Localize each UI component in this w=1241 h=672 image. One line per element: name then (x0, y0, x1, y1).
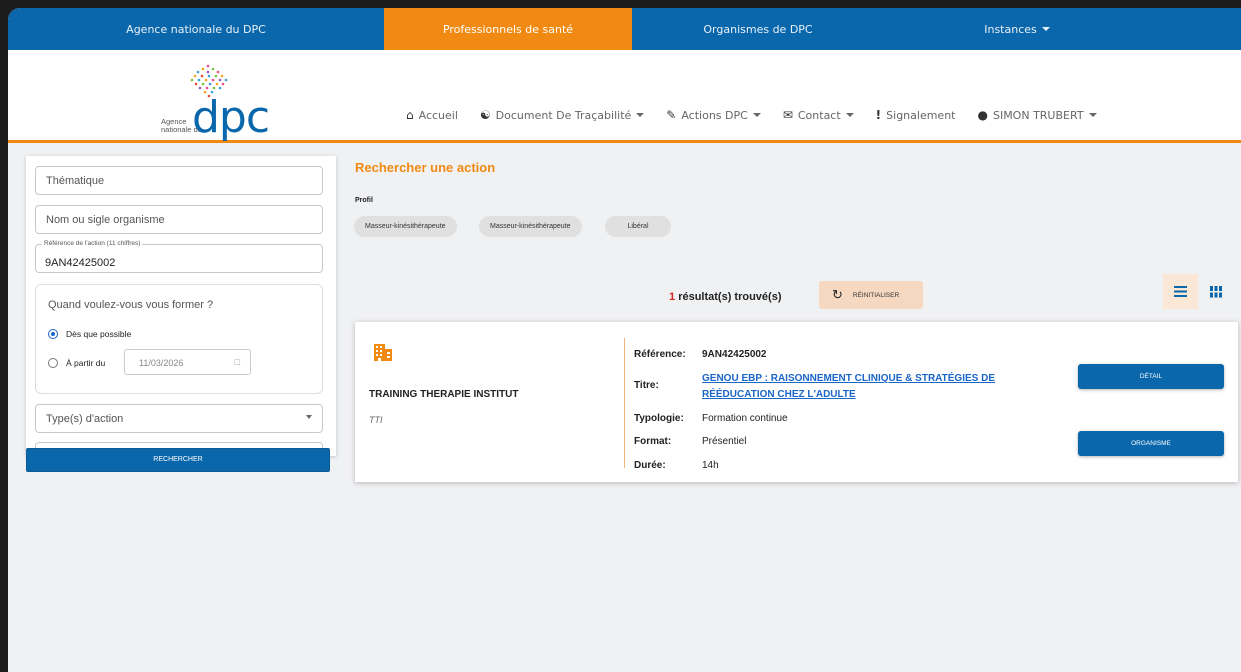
duree-value: 14h (702, 460, 719, 471)
nav-contact-label: Contact (797, 108, 841, 122)
dpc-logo[interactable]: Agence nationale du dpc (158, 62, 270, 143)
list-icon (1174, 286, 1187, 297)
reference-label: Référence: (634, 349, 686, 360)
nav-document-label: Document De Traçabilité (495, 108, 632, 122)
filter-panel: Thématique Nom ou sigle organisme Référe… (26, 156, 336, 459)
action-title-line1: GENOU EBP : RAISONNEMENT CLINIQUE & STRA… (702, 373, 995, 384)
reference-value: 9AN42425002 (702, 349, 767, 360)
calendar-icon[interactable]: □ (235, 357, 240, 367)
reference-field-value: 9AN42425002 (45, 257, 116, 269)
asap-label: Dès que possible (66, 329, 132, 339)
type-action-select[interactable]: Type(s) d'action (35, 404, 323, 433)
view-toggle (1163, 274, 1233, 309)
nav-actions-label: Actions DPC (681, 108, 748, 122)
page-title: Rechercher une action (355, 160, 496, 175)
action-title-link[interactable]: GENOU EBP : RAISONNEMENT CLINIQUE & STRA… (702, 371, 1052, 403)
profil-chip[interactable]: Libéral (605, 216, 671, 237)
exclamation-icon: ! (875, 108, 882, 122)
home-icon: ⌂ (406, 108, 414, 122)
caret-down-icon (1041, 27, 1050, 31)
caret-down-icon (1088, 113, 1097, 117)
results-number: 1 (669, 291, 676, 303)
reference-field-label: Référence de l'action (11 chiffres) (42, 240, 143, 247)
grid-view-button[interactable] (1198, 274, 1233, 309)
tab-professionnels-label: Professionnels de santé (442, 22, 574, 36)
nav-contact[interactable]: ✉ Contact (783, 108, 854, 122)
titre-label: Titre: (634, 380, 659, 391)
thematique-field[interactable]: Thématique (35, 166, 323, 195)
edit-icon: ✎ (666, 108, 677, 122)
logo-dpc-text: dpc (192, 92, 270, 143)
from-date-input[interactable]: 11/03/2026 □ (124, 349, 251, 375)
from-date-label: À partir du (66, 358, 106, 368)
results-text: résultat(s) trouvé(s) (678, 291, 782, 303)
browser-viewport: Agence nationale du DPC Professionnels d… (8, 8, 1241, 672)
format-value: Présentiel (702, 436, 747, 447)
list-view-button[interactable] (1163, 274, 1198, 309)
organisme-name: TRAINING THERAPIE INSTITUT (369, 389, 519, 400)
asap-radio[interactable] (48, 329, 58, 339)
caret-down-icon (752, 113, 761, 117)
tab-instances[interactable]: Instances (884, 8, 1150, 50)
dropdown-arrow-icon (306, 415, 312, 419)
tab-professionnels-sante[interactable]: Professionnels de santé (384, 8, 632, 58)
card-divider (624, 338, 625, 468)
nav-accueil[interactable]: ⌂ Accueil (406, 108, 458, 122)
tab-agence-nationale[interactable]: Agence nationale du DPC (8, 8, 384, 50)
typologie-label: Typologie: (634, 413, 684, 424)
nav-signalement[interactable]: ! Signalement (876, 108, 956, 122)
when-section: Quand voulez-vous vous former ? Dès que … (35, 284, 323, 394)
reset-icon: ↻ (832, 287, 843, 302)
profil-label: Profil (355, 197, 373, 204)
results-count: 1 résultat(s) trouvé(s) (669, 291, 781, 303)
envelope-icon: ✉ (782, 108, 793, 122)
top-site-bar: Agence nationale du DPC Professionnels d… (8, 8, 1241, 58)
when-title: Quand voulez-vous vous former ? (48, 299, 214, 311)
nav-accueil-label: Accueil (418, 108, 458, 122)
reset-label: RÉINITIALISER (852, 291, 900, 299)
institution-icon: ☯ (479, 108, 491, 122)
nav-document-tracabilite[interactable]: ☯ Document De Traçabilité (479, 108, 645, 122)
main-nav: ⌂ Accueil ☯ Document De Traçabilité ✎ Ac… (406, 108, 1119, 122)
profil-chip[interactable]: Masseur-kinésithérapeute (354, 216, 457, 237)
organisme-field[interactable]: Nom ou sigle organisme (35, 205, 323, 234)
nav-user-label: SIMON TRUBERT (992, 108, 1084, 122)
organisme-sigle: TTI (369, 415, 383, 425)
tab-organismes-label: Organismes de DPC (703, 22, 813, 36)
nav-actions-dpc[interactable]: ✎ Actions DPC (666, 108, 761, 122)
type-action-placeholder: Type(s) d'action (46, 413, 124, 425)
nav-user-menu[interactable]: ● SIMON TRUBERT (977, 108, 1097, 122)
tab-agence-label: Agence nationale du DPC (126, 22, 266, 36)
building-icon (374, 344, 392, 361)
format-label: Format: (634, 436, 672, 447)
tab-instances-label: Instances (984, 22, 1037, 36)
organisme-button[interactable]: ORGANISME (1078, 431, 1224, 456)
nav-signalement-label: Signalement (886, 108, 956, 122)
tab-organismes-dpc[interactable]: Organismes de DPC (632, 8, 884, 50)
action-title-line2: RÉÉDUCATION CHEZ L'ADULTE (702, 389, 856, 400)
profil-chip[interactable]: Masseur-kinésithérapeute (479, 216, 582, 237)
detail-button[interactable]: DÉTAIL (1078, 364, 1224, 389)
duree-label: Durée: (634, 460, 666, 471)
reset-button[interactable]: ↻ RÉINITIALISER (819, 281, 923, 309)
from-date-value: 11/03/2026 (139, 358, 184, 368)
grid-icon (1209, 285, 1222, 297)
search-button[interactable]: RECHERCHER (26, 448, 330, 472)
result-card: TRAINING THERAPIE INSTITUT TTI Référence… (355, 322, 1238, 482)
typologie-value: Formation continue (702, 413, 788, 424)
user-icon: ● (977, 108, 988, 122)
caret-down-icon (636, 113, 645, 117)
site-header: Agence nationale du dpc ⌂ Accueil ☯ Docu… (8, 50, 1241, 143)
caret-down-icon (845, 113, 854, 117)
from-date-radio[interactable] (48, 358, 58, 368)
